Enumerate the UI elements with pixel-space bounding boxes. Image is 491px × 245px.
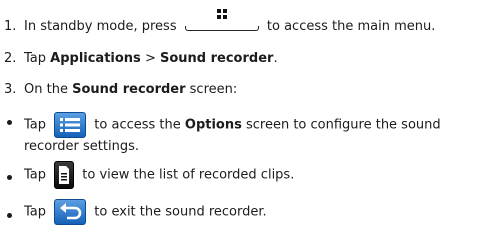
- bullet-options-text: Tap to access the Options screen to conf…: [24, 112, 464, 156]
- step-2-text: Tap Applications > Sound recorder.: [24, 51, 278, 66]
- step-3-text: On the Sound recorder screen:: [24, 82, 238, 97]
- step-number: 3.: [4, 82, 17, 97]
- bullet-exit-text: Tap to exit the sound recorder.: [24, 199, 267, 225]
- step-1-text: In standby mode, press to access the mai…: [24, 8, 435, 36]
- bullet-dot: [7, 120, 12, 125]
- step-number: 2.: [4, 51, 17, 66]
- bullet-dot: [7, 213, 12, 218]
- options-list-icon: [54, 112, 87, 138]
- bullet-clips-text: Tap to view the list of recorded clips.: [24, 161, 294, 189]
- step-number: 1.: [4, 19, 17, 34]
- home-menu-key-icon: [184, 8, 259, 31]
- back-arrow-icon: [54, 199, 87, 225]
- document-icon: [54, 161, 75, 189]
- bullet-dot: [7, 175, 12, 180]
